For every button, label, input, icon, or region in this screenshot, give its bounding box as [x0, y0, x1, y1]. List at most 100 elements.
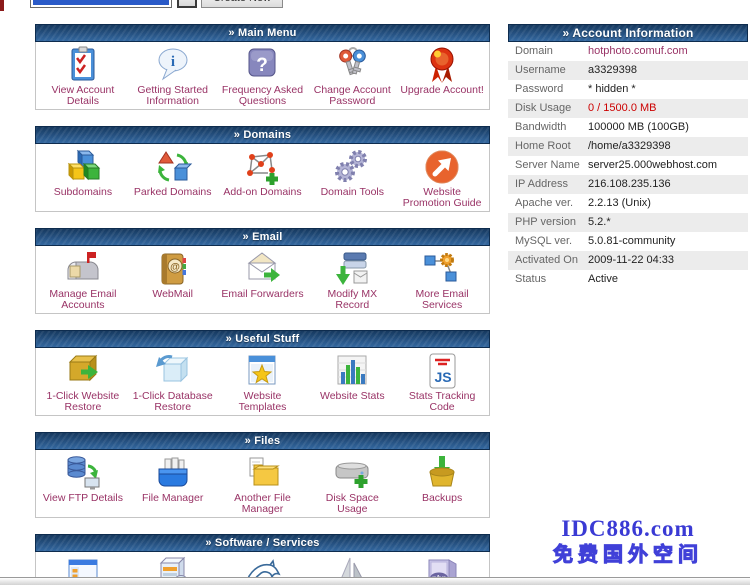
menu-item-getting-started-information[interactable]: i Getting Started Information	[128, 45, 218, 107]
watermark-domain-text: IDC886.com	[508, 516, 748, 542]
menu-item-website-promotion-guide[interactable]: Website Promotion Guide	[397, 147, 487, 209]
menu-item-label: Email Forwarders	[218, 289, 308, 300]
menu-item-label: Modify MX Record	[307, 289, 397, 311]
menu-item-label: Disk Space Usage	[307, 493, 397, 515]
info-bubble-icon: i	[128, 45, 218, 85]
mailbox-icon	[38, 249, 128, 289]
domain-input[interactable]	[30, 0, 172, 8]
account-row-value: 5.2.*	[588, 213, 611, 232]
gears-icon	[307, 147, 397, 187]
menu-item-email-forwarders[interactable]: Email Forwarders	[218, 249, 308, 311]
question-mark-icon: ?	[218, 45, 308, 85]
go-button[interactable]	[177, 0, 197, 8]
menu-item-label: Manage Email Accounts	[38, 289, 128, 311]
account-row-value: 216.108.235.136	[588, 175, 671, 194]
menu-item-label: Website Promotion Guide	[397, 187, 487, 209]
menu-item-disk-space-usage[interactable]: Disk Space Usage	[307, 453, 397, 515]
menu-item-label: Website Stats	[307, 391, 397, 402]
section-header: » Useful Stuff	[35, 330, 490, 348]
section-content: View FTP DetailsFile ManagerAnother File…	[35, 450, 490, 518]
account-row-label: Bandwidth	[508, 118, 588, 137]
menu-item-1-click-website-restore[interactable]: 1-Click Website Restore	[38, 351, 128, 413]
menu-item-manage-email-accounts[interactable]: Manage Email Accounts	[38, 249, 128, 311]
menu-item-file-manager[interactable]: File Manager	[128, 453, 218, 515]
menu-item-label: Website Templates	[218, 391, 308, 413]
menu-item-domain-tools[interactable]: Domain Tools	[307, 147, 397, 209]
account-row-server-name: Server Nameserver25.000webhost.com	[508, 156, 748, 175]
menu-item-label: Getting Started Information	[128, 85, 218, 107]
account-row-apache-ver: Apache ver.2.2.13 (Unix)	[508, 194, 748, 213]
account-row-label: Home Root	[508, 137, 588, 156]
account-info-rows: Domainhotphoto.comuf.comUsernamea3329398…	[508, 42, 748, 289]
menu-item-upgrade-account[interactable]: Upgrade Account!	[397, 45, 487, 107]
account-row-value: 100000 MB (100GB)	[588, 118, 689, 137]
account-row-mysql-ver: MySQL ver.5.0.81-community	[508, 232, 748, 251]
menu-item-label: Domain Tools	[307, 187, 397, 198]
account-row-php-version: PHP version5.2.*	[508, 213, 748, 232]
account-row-label: Domain	[508, 42, 588, 61]
menu-item-label: Frequency Asked Questions	[218, 85, 308, 107]
account-row-ip-address: IP Address216.108.235.136	[508, 175, 748, 194]
account-row-value: Active	[588, 270, 618, 289]
menu-item-label: WebMail	[128, 289, 218, 300]
account-details-icon	[38, 45, 128, 85]
menu-item-another-file-manager[interactable]: Another File Manager	[218, 453, 308, 515]
svg-text:@: @	[170, 262, 180, 273]
svg-text:JS: JS	[435, 369, 452, 385]
menu-item-1-click-database-restore[interactable]: 1-Click Database Restore	[128, 351, 218, 413]
menu-item-more-email-services[interactable]: More Email Services	[397, 249, 487, 311]
menu-item-label: View Account Details	[38, 85, 128, 107]
account-row-home-root: Home Root/home/a3329398	[508, 137, 748, 156]
address-book-icon: @	[128, 249, 218, 289]
account-row-label: MySQL ver.	[508, 232, 588, 251]
menu-item-label: Change Account Password	[307, 85, 397, 107]
account-row-value: /home/a3329398	[588, 137, 671, 156]
menu-item-label: Add-on Domains	[218, 187, 308, 198]
menu-item-label: File Manager	[128, 493, 218, 504]
menu-item-subdomains[interactable]: Subdomains	[38, 147, 128, 209]
menu-item-modify-mx-record[interactable]: Modify MX Record	[307, 249, 397, 311]
section-useful-stuff: » Useful Stuff 1-Click Website Restore1-C…	[35, 330, 490, 416]
services-nodes-icon	[397, 249, 487, 289]
disk-plus-icon	[307, 453, 397, 493]
menu-item-webmail[interactable]: @ WebMail	[128, 249, 218, 311]
account-row-label: Status	[508, 270, 588, 289]
account-row-value: * hidden *	[588, 80, 636, 99]
network-plus-icon	[218, 147, 308, 187]
ftp-transfer-icon	[38, 453, 128, 493]
account-row-value[interactable]: hotphoto.comuf.com	[588, 42, 688, 61]
menu-item-label: Subdomains	[38, 187, 128, 198]
svg-text:?: ?	[257, 55, 269, 76]
account-row-value: 2009-11-22 04:33	[588, 251, 674, 270]
menu-sections-column: » Main MenuView Account DetailsiGetting …	[35, 24, 490, 585]
account-row-label: Server Name	[508, 156, 588, 175]
menu-item-website-templates[interactable]: Website Templates	[218, 351, 308, 413]
menu-item-parked-domains[interactable]: Parked Domains	[128, 147, 218, 209]
account-row-label: Apache ver.	[508, 194, 588, 213]
account-info-panel: » Account Information Domainhotphoto.com…	[508, 24, 748, 289]
menu-item-label: View FTP Details	[38, 493, 128, 504]
menu-item-backups[interactable]: Backups	[397, 453, 487, 515]
menu-item-stats-tracking-code[interactable]: JSStats Tracking Code	[397, 351, 487, 413]
svg-text:i: i	[171, 54, 175, 70]
menu-item-label: 1-Click Website Restore	[38, 391, 128, 413]
create-new-button[interactable]: Create New	[201, 0, 283, 8]
clipped-edge-decoration	[0, 0, 4, 11]
section-header: » Software / Services	[35, 534, 490, 552]
menu-item-label: Backups	[397, 493, 487, 504]
menu-item-view-account-details[interactable]: View Account Details	[38, 45, 128, 107]
account-row-label: IP Address	[508, 175, 588, 194]
menu-item-label: More Email Services	[397, 289, 487, 311]
account-row-value: server25.000webhost.com	[588, 156, 717, 175]
menu-item-label: Another File Manager	[218, 493, 308, 515]
menu-item-add-on-domains[interactable]: Add-on Domains	[218, 147, 308, 209]
menu-item-change-account-password[interactable]: Change Account Password	[307, 45, 397, 107]
menu-item-view-ftp-details[interactable]: View FTP Details	[38, 453, 128, 515]
folder-icon	[218, 453, 308, 493]
account-row-username: Usernamea3329398	[508, 61, 748, 80]
menu-item-website-stats[interactable]: Website Stats	[307, 351, 397, 413]
menu-item-frequency-asked-questions[interactable]: ? Frequency Asked Questions	[218, 45, 308, 107]
account-row-value: 2.2.13 (Unix)	[588, 194, 651, 213]
box-restore-icon	[38, 351, 128, 391]
account-row-value: 0 / 1500.0 MB	[588, 99, 657, 118]
